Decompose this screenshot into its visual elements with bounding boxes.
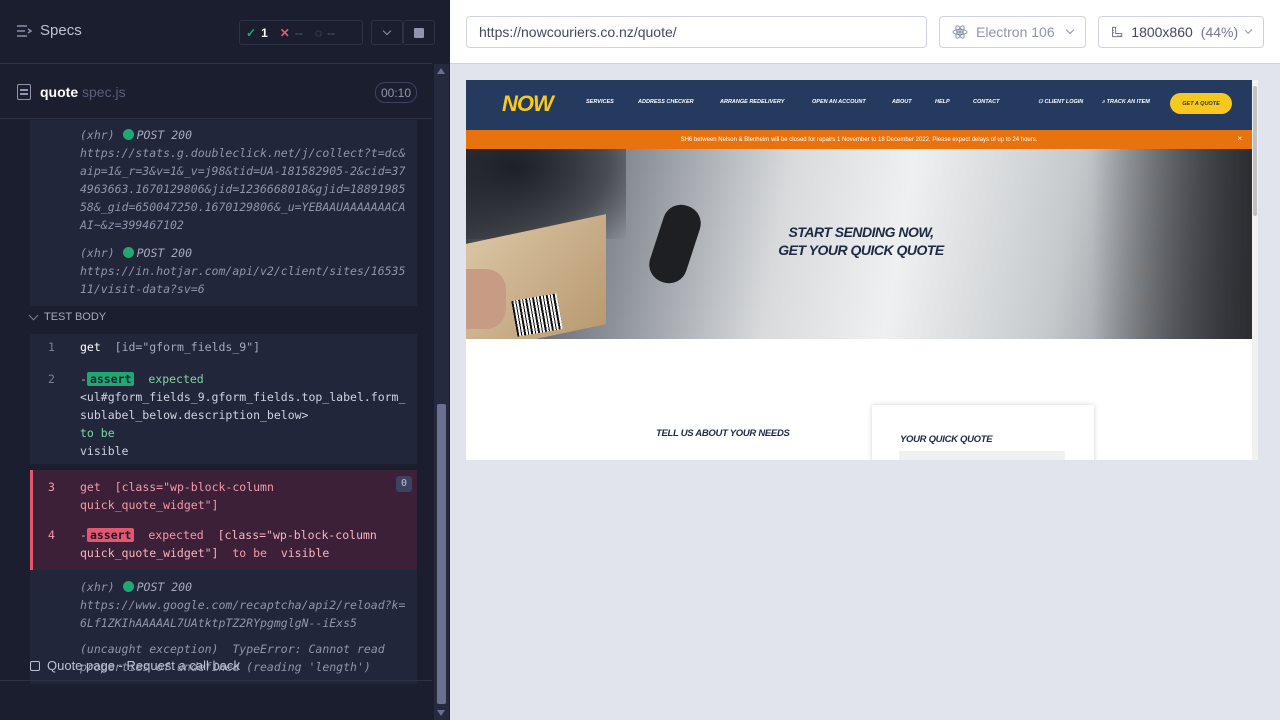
site-scrollbar[interactable] (1252, 80, 1258, 460)
viewport-selector[interactable]: 1800x860 (44%) (1098, 16, 1264, 48)
needs-heading: TELL US ABOUT YOUR NEEDS (656, 428, 790, 439)
specs-button[interactable]: Specs (16, 22, 82, 39)
stop-icon (414, 27, 424, 38)
get-quote-button[interactable]: GET A QUOTE (1170, 93, 1232, 114)
stats-group: ✓ 1 ✕ -- ◌ -- (239, 20, 363, 45)
stop-button[interactable] (403, 20, 435, 45)
assert-badge: assert (86, 372, 135, 386)
nav-arrange-redelivery[interactable]: ARRANGE REDELIVERY (720, 99, 784, 105)
nav-services[interactable]: SERVICES (586, 99, 614, 105)
reporter-header: Specs ✓ 1 ✕ -- ◌ -- (0, 0, 435, 64)
van-door-handle-image (644, 200, 706, 288)
command-row[interactable]: 1 get [id="gform_fields_9"] (30, 334, 417, 360)
close-icon[interactable]: × (1237, 134, 1242, 143)
pending-count: -- (326, 25, 335, 40)
test-body-label: TEST BODY (44, 311, 107, 323)
command-list: 1 get [id="gform_fields_9"] 2 - assert ex… (30, 334, 417, 684)
nav-help[interactable]: HELP (935, 99, 950, 105)
xhr-url: https://www.google.com/recaptcha/api2/re… (80, 598, 406, 630)
failed-command-row[interactable]: 4 - assert expected [class="wp-block-colu… (30, 518, 417, 570)
element-count-badge: 0 (396, 476, 412, 492)
command-log: (xhr) POST 200 https://stats.g.doubleclic… (30, 120, 417, 306)
assert-badge: assert (86, 528, 135, 542)
aut-iframe: NOW SERVICES ADDRESS CHECKER ARRANGE RED… (466, 80, 1258, 460)
alert-banner: SH6 between Nelson & Blenheim will be cl… (466, 130, 1252, 149)
site-scroll-thumb[interactable] (1253, 86, 1257, 216)
specs-label: Specs (40, 22, 82, 39)
status-dot-icon (122, 247, 134, 258)
reporter-panel: Specs ✓ 1 ✕ -- ◌ -- quote spec.js 00:10 (xh… (0, 0, 450, 720)
failed-stat: ✕ -- (274, 26, 309, 40)
nav-address-checker[interactable]: ADDRESS CHECKER (638, 99, 694, 105)
hero-title: START SENDING NOW, GET YOUR QUICK QUOTE (778, 224, 944, 258)
document-icon (17, 84, 31, 100)
spec-header: quote spec.js 00:10 (0, 65, 432, 119)
quick-quote-title: YOUR QUICK QUOTE (900, 434, 993, 445)
aut-header: https://nowcouriers.co.nz/quote/ Electro… (450, 0, 1280, 64)
spec-name: quote spec.js (40, 84, 126, 100)
expand-collapse-button[interactable] (371, 20, 403, 45)
ruler-icon (1112, 26, 1123, 38)
track-item-link[interactable]: ⌕ TRACK AN ITEM (1102, 99, 1150, 106)
now-logo[interactable]: NOW (502, 91, 554, 119)
reporter-scrollbar[interactable] (434, 64, 449, 720)
quote-input-field[interactable] (899, 451, 1065, 460)
quick-quote-card: YOUR QUICK QUOTE (872, 405, 1094, 460)
xhr-url: https://stats.g.doubleclick.net/j/collec… (80, 146, 406, 232)
status-dot-icon (122, 581, 134, 592)
xhr-log-top[interactable]: (xhr) POST 200 https://stats.g.doubleclic… (30, 120, 417, 306)
spinner-icon: ◌ (314, 25, 322, 40)
electron-icon (952, 25, 968, 39)
failed-count: -- (294, 25, 303, 40)
cypress-runner: Specs ✓ 1 ✕ -- ◌ -- quote spec.js 00:10 (xh… (0, 0, 1280, 720)
test-status-icon (30, 660, 40, 671)
passed-count: 1 (261, 25, 268, 40)
check-icon: ✓ (246, 25, 257, 40)
passed-stat: ✓ 1 (240, 26, 274, 40)
nav-contact[interactable]: CONTACT (973, 99, 999, 105)
hand-image (466, 269, 506, 329)
nav-open-account[interactable]: OPEN AN ACCOUNT (812, 99, 866, 105)
chevron-down-icon (382, 26, 392, 35)
nav-about[interactable]: ABOUT (892, 99, 912, 105)
xhr-url: https://in.hotjar.com/api/v2/client/site… (80, 264, 406, 296)
test-body-toggle[interactable]: TEST BODY (28, 310, 107, 323)
url-bar[interactable]: https://nowcouriers.co.nz/quote/ (466, 16, 927, 48)
pending-stat: ◌ -- (309, 26, 341, 40)
scroll-thumb[interactable] (437, 404, 446, 704)
app-under-test-panel: https://nowcouriers.co.nz/quote/ Electro… (450, 0, 1280, 720)
status-dot-icon (122, 129, 134, 140)
command-row[interactable]: 2 - assert expected <ul#gform_fields_9.gf… (30, 360, 417, 464)
test-request-callback[interactable]: Quote page - Request a call back (30, 658, 240, 673)
x-icon: ✕ (279, 25, 290, 40)
divider (0, 680, 432, 681)
browser-selector[interactable]: Electron 106 (939, 16, 1086, 48)
failed-command-row[interactable]: 3 get [class="wp-block-column quick_quot… (30, 470, 417, 518)
hero-shadow (1092, 149, 1252, 339)
scroll-up-icon[interactable] (437, 68, 445, 74)
menu-lines-icon (17, 24, 32, 37)
site-nav: NOW SERVICES ADDRESS CHECKER ARRANGE RED… (466, 80, 1252, 130)
scroll-down-icon[interactable] (437, 710, 445, 716)
spec-timer: 00:10 (375, 82, 417, 103)
chevron-down-icon (1065, 25, 1075, 35)
chevron-down-icon (1244, 26, 1253, 34)
caret-down-icon (28, 310, 39, 320)
client-login-link[interactable]: ⚇ CLIENT LOGIN (1038, 99, 1083, 105)
hero-banner: START SENDING NOW, GET YOUR QUICK QUOTE (466, 149, 1252, 339)
